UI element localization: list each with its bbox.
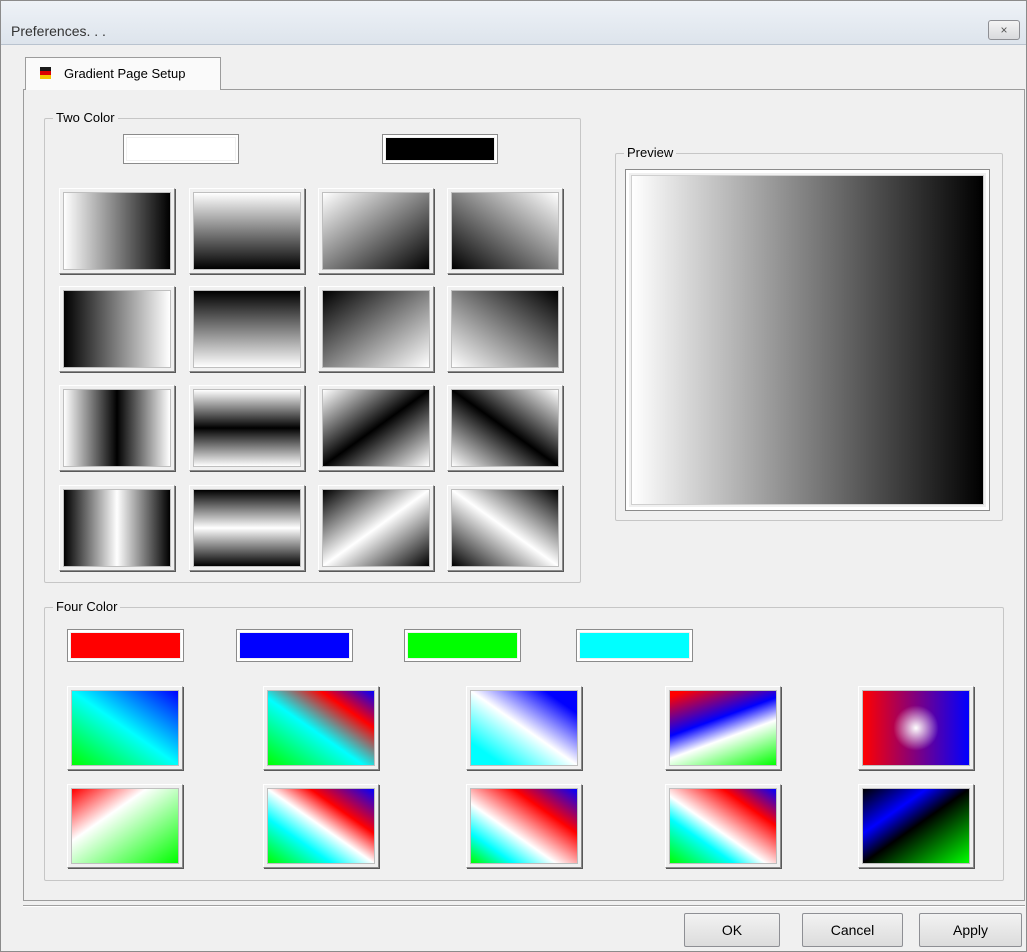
four-color-swatch-4[interactable] <box>576 629 693 662</box>
two-color-style-button[interactable] <box>318 485 434 571</box>
gradient-fill <box>451 389 559 467</box>
gradient-fill <box>63 489 171 567</box>
gradient-fill <box>470 788 578 864</box>
swatch-fill <box>386 138 494 160</box>
four-color-style-button[interactable] <box>263 784 379 868</box>
preferences-dialog: Preferences. . . × Gradient Page Setup T… <box>0 0 1027 952</box>
two-color-style-button[interactable] <box>59 286 175 372</box>
four-color-style-button[interactable] <box>263 686 379 770</box>
four-color-style-button[interactable] <box>665 784 781 868</box>
four-color-style-button[interactable] <box>858 686 974 770</box>
gradient-fill <box>862 690 970 766</box>
preview-group: Preview <box>615 145 1003 521</box>
dialog-title: Preferences. . . <box>11 23 106 39</box>
preview-gradient <box>631 175 984 505</box>
four-color-style-button[interactable] <box>67 784 183 868</box>
two-color-style-button[interactable] <box>189 485 305 571</box>
apply-button[interactable]: Apply <box>919 913 1022 947</box>
gradient-fill <box>470 690 578 766</box>
cancel-button[interactable]: Cancel <box>802 913 903 947</box>
two-color-swatch-1[interactable] <box>123 134 239 164</box>
preview-panel <box>625 169 990 511</box>
two-color-style-button[interactable] <box>318 188 434 274</box>
swatch-fill <box>240 633 349 658</box>
close-icon: × <box>1000 23 1008 37</box>
gradient-fill <box>322 290 430 368</box>
gradient-fill <box>71 788 179 864</box>
gradient-fill <box>63 389 171 467</box>
ok-button[interactable]: OK <box>684 913 780 947</box>
four-color-style-button[interactable] <box>67 686 183 770</box>
gradient-fill <box>862 788 970 864</box>
four-color-label: Four Color <box>53 599 121 615</box>
two-color-style-button[interactable] <box>59 188 175 274</box>
gradient-fill <box>193 290 301 368</box>
four-color-style-button[interactable] <box>665 686 781 770</box>
two-color-style-button[interactable] <box>447 188 563 274</box>
swatch-fill <box>580 633 689 658</box>
gradient-fill <box>322 192 430 270</box>
gradient-fill <box>193 389 301 467</box>
four-color-swatch-2[interactable] <box>236 629 353 662</box>
gradient-fill <box>193 489 301 567</box>
two-color-style-button[interactable] <box>447 385 563 471</box>
two-color-style-button[interactable] <box>318 385 434 471</box>
gradient-fill <box>451 489 559 567</box>
gradient-fill <box>71 690 179 766</box>
gradient-fill <box>267 690 375 766</box>
two-color-swatch-2[interactable] <box>382 134 498 164</box>
two-color-style-button[interactable] <box>189 188 305 274</box>
preview-label: Preview <box>624 145 677 161</box>
flag-icon <box>40 67 51 79</box>
gradient-fill <box>669 690 777 766</box>
four-color-style-button[interactable] <box>466 784 582 868</box>
two-color-style-button[interactable] <box>59 385 175 471</box>
tab-label: Gradient Page Setup <box>64 66 186 81</box>
two-color-style-button[interactable] <box>189 385 305 471</box>
four-color-swatch-3[interactable] <box>404 629 521 662</box>
gradient-fill <box>322 389 430 467</box>
swatch-fill <box>127 138 235 160</box>
gradient-fill <box>193 192 301 270</box>
two-color-style-button[interactable] <box>59 485 175 571</box>
close-button[interactable]: × <box>988 20 1020 40</box>
gradient-fill <box>63 290 171 368</box>
two-color-style-button[interactable] <box>447 485 563 571</box>
two-color-style-button[interactable] <box>189 286 305 372</box>
separator <box>23 905 1025 907</box>
two-color-label: Two Color <box>53 110 118 126</box>
gradient-fill <box>267 788 375 864</box>
swatch-fill <box>408 633 517 658</box>
title-bar: Preferences. . . × <box>1 1 1026 45</box>
gradient-fill <box>451 192 559 270</box>
four-color-style-button[interactable] <box>466 686 582 770</box>
four-color-style-button[interactable] <box>858 784 974 868</box>
gradient-fill <box>669 788 777 864</box>
tab-gradient-page-setup[interactable]: Gradient Page Setup <box>25 57 221 90</box>
gradient-fill <box>451 290 559 368</box>
gradient-fill <box>322 489 430 567</box>
two-color-style-button[interactable] <box>447 286 563 372</box>
gradient-fill <box>63 192 171 270</box>
two-color-style-button[interactable] <box>318 286 434 372</box>
four-color-swatch-1[interactable] <box>67 629 184 662</box>
swatch-fill <box>71 633 180 658</box>
